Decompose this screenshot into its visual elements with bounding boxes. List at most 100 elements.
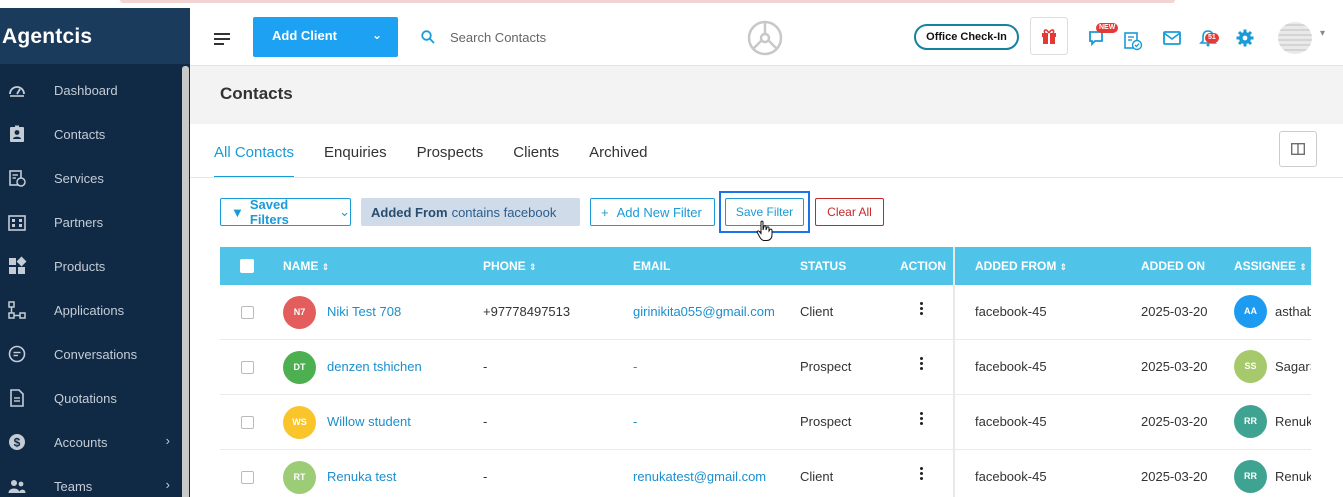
- contact-email-link[interactable]: -: [633, 414, 637, 429]
- row-actions-icon[interactable]: [920, 467, 924, 482]
- saved-filters-button[interactable]: ▼ Saved Filters ⌄: [220, 197, 351, 227]
- contact-name-link[interactable]: Niki Test 708: [327, 304, 401, 319]
- contact-name-link[interactable]: denzen tshichen: [327, 359, 422, 374]
- column-header-added-on[interactable]: ADDED ON: [1141, 259, 1205, 273]
- table-row: RT Renuka test - renukatest@gmail.com Client…: [220, 450, 1311, 497]
- clear-all-button[interactable]: Clear All: [815, 198, 884, 226]
- accounts-icon: $: [6, 431, 28, 453]
- partners-icon: [6, 211, 28, 233]
- row-checkbox[interactable]: [241, 361, 254, 374]
- column-header-phone[interactable]: PHONE ⇕: [483, 259, 537, 273]
- sidebar-item-applications[interactable]: Applications: [0, 288, 190, 332]
- contact-avatar: WS: [283, 406, 316, 439]
- tasks-icon[interactable]: [1123, 31, 1143, 51]
- table-row: WS Willow student - - Prospect facebook-45 202…: [220, 395, 1311, 450]
- column-header-label: ASSIGNEE: [1234, 259, 1297, 273]
- contact-email-link[interactable]: renukatest@gmail.com: [633, 469, 766, 484]
- hand-pointer-cursor-icon: [756, 220, 773, 241]
- sort-icon: ⇕: [1299, 262, 1307, 272]
- tab-all-contacts[interactable]: All Contacts: [214, 144, 295, 178]
- active-filter-chip[interactable]: Added From contains facebook: [361, 198, 580, 226]
- sidebar-scrollbar[interactable]: [182, 66, 189, 497]
- sidebar-item-teams[interactable]: Teams ›: [0, 464, 190, 497]
- assignee-name: Renuk: [1275, 469, 1311, 484]
- assignee-avatar: RR: [1234, 405, 1267, 438]
- column-header-action[interactable]: ACTION: [900, 259, 946, 273]
- mail-icon[interactable]: [1162, 28, 1182, 48]
- browser-top-strip: [0, 0, 1343, 8]
- office-checkin-button[interactable]: Office Check-In: [914, 24, 1019, 50]
- table-row: DT denzen tshichen - - Prospect facebook-45 20…: [220, 340, 1311, 395]
- column-header-label: EMAIL: [633, 259, 671, 273]
- sidebar-item-dashboard[interactable]: Dashboard: [0, 68, 190, 112]
- sidebar-item-services[interactable]: Services: [0, 156, 190, 200]
- add-new-filter-button[interactable]: + Add New Filter: [590, 198, 715, 226]
- contact-phone: -: [483, 359, 488, 374]
- sidebar-item-label: Services: [54, 170, 104, 186]
- sidebar-item-label: Conversations: [54, 346, 138, 362]
- sidebar-item-contacts[interactable]: Contacts: [0, 112, 190, 156]
- tab-archived[interactable]: Archived: [589, 144, 647, 178]
- contact-added-from: facebook-45: [975, 469, 1047, 484]
- tab-prospects[interactable]: Prospects: [417, 144, 484, 178]
- sidebar-item-label: Products: [54, 258, 106, 274]
- sort-icon: ⇕: [529, 262, 537, 272]
- chevron-right-icon: ›: [165, 433, 170, 448]
- column-header-status[interactable]: STATUS: [800, 259, 846, 273]
- contact-name-link[interactable]: Willow student: [327, 414, 411, 429]
- row-checkbox[interactable]: [241, 471, 254, 484]
- column-header-label: NAME: [283, 259, 319, 273]
- contact-name-link[interactable]: Renuka test: [327, 469, 396, 484]
- contact-phone: -: [483, 414, 488, 429]
- chevron-down-icon[interactable]: ⌄: [372, 28, 382, 42]
- filter-chip-field: Added From: [371, 204, 448, 220]
- column-header-label: ADDED ON: [1141, 259, 1206, 273]
- tab-enquiries[interactable]: Enquiries: [324, 144, 387, 178]
- sidebar-item-accounts[interactable]: $ Accounts ›: [0, 420, 190, 464]
- row-actions-icon[interactable]: [920, 412, 924, 427]
- sidebar-item-products[interactable]: Products: [0, 244, 190, 288]
- select-all-checkbox[interactable]: [240, 259, 254, 273]
- gift-button[interactable]: [1030, 17, 1068, 55]
- contact-email-link[interactable]: girinikita055@gmail.com: [633, 304, 775, 319]
- column-header-email[interactable]: EMAIL: [633, 259, 670, 273]
- contact-added-from: facebook-45: [975, 359, 1047, 374]
- row-actions-icon[interactable]: [920, 357, 924, 372]
- row-checkbox[interactable]: [241, 416, 254, 429]
- sidebar-item-conversations[interactable]: Conversations: [0, 332, 190, 376]
- contact-phone: +97778497513: [483, 304, 571, 319]
- chevron-down-icon: ⌄: [339, 204, 350, 219]
- teams-icon: [6, 475, 28, 497]
- sidebar: Agentcis Dashboard Contacts Services Partne…: [0, 8, 190, 497]
- tab-clients[interactable]: Clients: [513, 144, 559, 178]
- avatar-dropdown-icon[interactable]: ▾: [1320, 28, 1325, 39]
- sort-icon: ⇕: [1059, 262, 1068, 272]
- add-client-button[interactable]: Add Client ⌄: [253, 17, 398, 57]
- column-header-added-from[interactable]: ADDED FROM ⇕: [975, 259, 1067, 273]
- row-checkbox[interactable]: [241, 306, 254, 319]
- search-icon[interactable]: [421, 30, 435, 44]
- menu-toggle-icon[interactable]: [214, 33, 230, 48]
- row-actions-icon[interactable]: [920, 302, 924, 317]
- sidebar-item-quotations[interactable]: Quotations: [0, 376, 190, 420]
- browser-tab-strip: [120, 0, 1175, 3]
- contact-avatar: N7: [283, 296, 316, 329]
- products-icon: [6, 255, 28, 277]
- add-client-label: Add Client: [272, 28, 337, 43]
- column-layout-button[interactable]: [1279, 131, 1317, 167]
- tabs-divider: [190, 177, 1343, 178]
- contacts-icon: [6, 123, 28, 145]
- sidebar-nav: Dashboard Contacts Services Partners Product…: [0, 68, 190, 497]
- contact-status: Client: [800, 469, 834, 484]
- brand-logo[interactable]: Agentcis: [0, 8, 190, 64]
- contact-status: Prospect: [800, 359, 852, 374]
- column-header-assignee[interactable]: ASSIGNEE ⇕: [1234, 259, 1307, 273]
- sidebar-item-label: Partners: [54, 214, 104, 230]
- sidebar-item-partners[interactable]: Partners: [0, 200, 190, 244]
- settings-gear-icon[interactable]: [1235, 28, 1255, 48]
- user-avatar[interactable]: [1278, 22, 1312, 54]
- search-input[interactable]: [450, 26, 650, 48]
- column-header-name[interactable]: NAME ⇕: [283, 259, 329, 273]
- chevron-right-icon: ›: [165, 477, 170, 492]
- contact-email-link[interactable]: -: [633, 359, 637, 374]
